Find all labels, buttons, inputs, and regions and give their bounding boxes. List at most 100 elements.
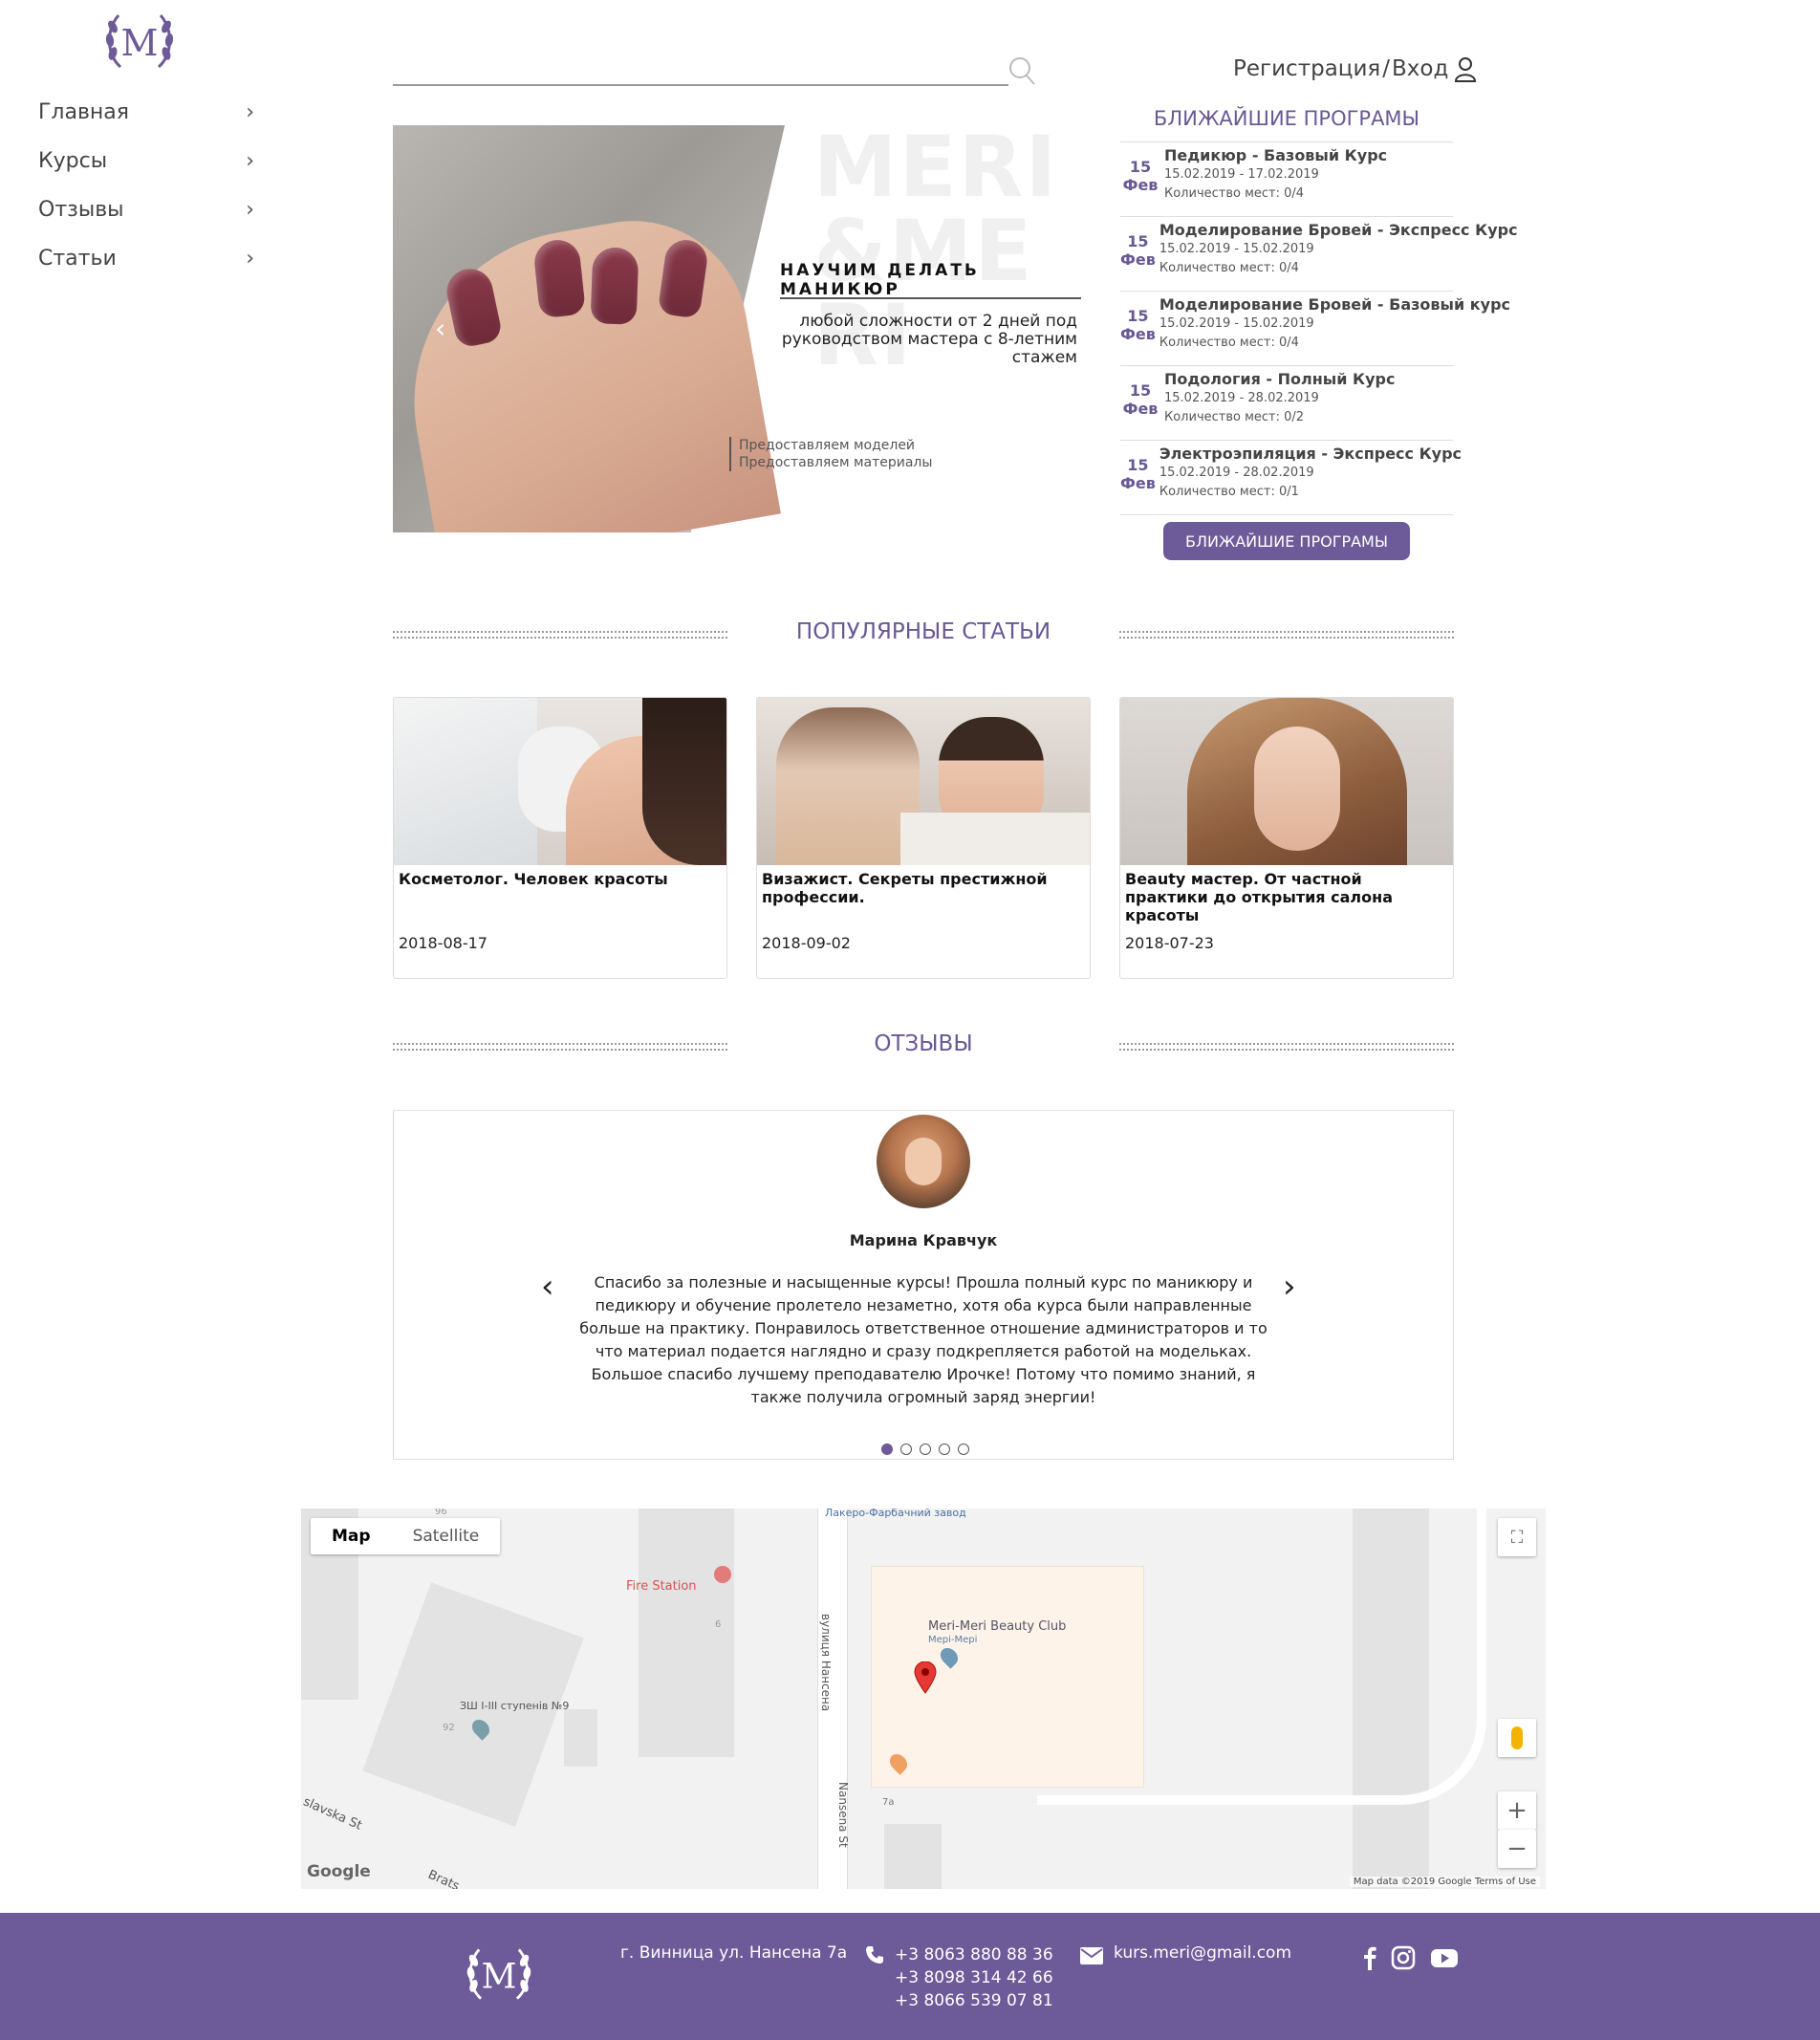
pegman-icon[interactable] [1498, 1719, 1536, 1757]
program-day: 15 [1129, 158, 1152, 176]
google-logo: Google [307, 1862, 371, 1881]
article-title[interactable]: Визажист. Секреты престижной профессии. [757, 865, 1090, 932]
fire-station-icon[interactable] [714, 1566, 731, 1583]
program-name[interactable]: Педикюр - Базовый Курс [1164, 146, 1387, 165]
tab-satellite[interactable]: Satellite [392, 1518, 501, 1554]
review-carousel: Марина Кравчук ‹ Спасибо за полезные и н… [393, 1110, 1454, 1460]
facebook-icon[interactable] [1357, 1945, 1382, 1970]
logo-icon[interactable]: M [103, 8, 176, 76]
program-item[interactable]: 15 Фев Моделирование Бровей - Экспресс Ку… [1120, 217, 1518, 292]
map-building [564, 1709, 597, 1767]
article-title[interactable]: Косметолог. Человек красоты [394, 865, 726, 932]
program-date: 15 Фев [1120, 445, 1156, 514]
footer: M г. Винница ул. Нансена 7а +3 8063 880 … [0, 1913, 1820, 2040]
program-dates: 15.02.2019 - 28.02.2019 [1164, 391, 1319, 405]
search-input[interactable] [393, 48, 1008, 86]
carousel-dot[interactable] [958, 1443, 969, 1455]
youtube-icon[interactable] [1430, 1945, 1459, 1970]
program-month: Фев [1122, 176, 1159, 194]
sidebar-item-label: Статьи [38, 247, 117, 271]
map-label: Meri-Meri Beauty Club [928, 1619, 1067, 1634]
program-day: 15 [1127, 232, 1149, 250]
program-name[interactable]: Моделирование Бровей - Базовый курс [1159, 295, 1510, 315]
article-card[interactable]: Косметолог. Человек красоты 2018-08-17 [393, 697, 727, 979]
banner-prev-button[interactable]: ‹ [435, 313, 445, 344]
sidebar-item-label: Главная [38, 100, 130, 124]
tab-map[interactable]: Map [311, 1518, 392, 1554]
map[interactable]: Лакеро-Фарбачний завод 96 Fire Station 6… [301, 1508, 1546, 1889]
svg-text:M: M [482, 1957, 517, 1996]
sidebar-item-home[interactable]: Главная › [38, 88, 254, 137]
map-label: Лакеро-Фарбачний завод [825, 1508, 966, 1519]
article-image [757, 698, 1090, 865]
map-label: Fire Station [626, 1579, 697, 1594]
program-month: Фев [1120, 250, 1156, 269]
article-card[interactable]: Визажист. Секреты престижной профессии. … [756, 697, 1091, 979]
map-pin-icon[interactable] [913, 1661, 938, 1694]
sidebar-item-label: Курсы [38, 149, 108, 173]
program-item[interactable]: 15 Фев Педикюр - Базовый Курс 15.02.2019 -… [1120, 142, 1453, 217]
program-name[interactable]: Моделирование Бровей - Экспресс Курс [1159, 221, 1518, 240]
program-item[interactable]: 15 Фев Моделирование Бровей - Базовый кур… [1120, 292, 1510, 366]
footer-email[interactable]: kurs.meri@gmail.com [1114, 1943, 1291, 1963]
chevron-right-icon: › [246, 149, 254, 173]
program-name[interactable]: Электроэпиляция - Экспресс Курс [1159, 445, 1462, 464]
programs-button[interactable]: БЛИЖАЙШИЕ ПРОГРАМЫ [1163, 522, 1410, 560]
phone-number[interactable]: +3 8063 880 88 36 [895, 1943, 1053, 1966]
map-label: 6 [715, 1619, 722, 1630]
map-credit[interactable]: Map data ©2019 Google Terms of Use [1349, 1877, 1540, 1887]
program-seats: Количество мест: 0/1 [1159, 485, 1299, 499]
carousel-dot[interactable] [881, 1443, 893, 1455]
banner-divider [780, 297, 1081, 299]
carousel-dot[interactable] [920, 1443, 931, 1455]
program-day: 15 [1127, 307, 1149, 325]
search-icon[interactable] [1008, 55, 1036, 86]
program-month: Фев [1120, 474, 1156, 492]
sidebar-item-courses[interactable]: Курсы › [38, 137, 254, 185]
review-next-button[interactable]: › [1283, 1268, 1296, 1306]
map-building [884, 1824, 942, 1889]
reviewer-name: Марина Кравчук [849, 1231, 998, 1249]
auth-links: Регистрация / Вход [1233, 55, 1477, 82]
chevron-right-icon: › [246, 198, 254, 222]
sidebar-item-reviews[interactable]: Отзывы › [38, 185, 254, 234]
map-label: slavska St [301, 1794, 364, 1834]
carousel-dot[interactable] [900, 1443, 912, 1455]
login-link[interactable]: Вход [1392, 56, 1448, 81]
program-day: 15 [1129, 381, 1152, 400]
article-image [1120, 698, 1453, 865]
chevron-right-icon: › [246, 247, 254, 271]
article-date: 2018-09-02 [762, 934, 851, 952]
user-icon[interactable] [1454, 55, 1477, 82]
program-seats: Количество мест: 0/4 [1159, 336, 1299, 350]
chevron-right-icon: › [246, 100, 254, 124]
carousel-dot[interactable] [939, 1443, 950, 1455]
register-link[interactable]: Регистрация [1233, 56, 1380, 81]
program-item[interactable]: 15 Фев Подология - Полный Курс 15.02.2019 … [1120, 366, 1453, 441]
map-building [639, 1508, 734, 1757]
phone-number[interactable]: +3 8098 314 42 66 [895, 1966, 1053, 1989]
program-dates: 15.02.2019 - 15.02.2019 [1159, 316, 1314, 331]
reviews-heading: ОТЗЫВЫ [393, 1031, 1454, 1060]
sidebar-item-label: Отзывы [38, 198, 124, 222]
program-seats: Количество мест: 0/4 [1164, 186, 1305, 201]
programs-title: БЛИЖАЙШИЕ ПРОГРАМЫ [1153, 107, 1420, 130]
program-name[interactable]: Подология - Полный Курс [1164, 370, 1395, 389]
program-item[interactable]: 15 Фев Электроэпиляция - Экспресс Курс 15.… [1120, 441, 1462, 515]
sidebar-item-articles[interactable]: Статьи › [38, 234, 254, 283]
instagram-icon[interactable] [1391, 1945, 1416, 1970]
phone-number[interactable]: +3 8066 539 07 81 [895, 1989, 1053, 2012]
program-date: 15 Фев [1120, 221, 1156, 291]
auth-separator: / [1382, 56, 1390, 81]
review-prev-button[interactable]: ‹ [541, 1268, 554, 1306]
hero-banner[interactable]: MERI&MERI НАУЧИМ ДЕЛАТЬ МАНИКЮР любой сл… [393, 125, 1091, 532]
article-title[interactable]: Beauty мастер. От частной практики до от… [1120, 865, 1453, 932]
logo-icon[interactable]: M [465, 1942, 533, 2008]
article-card[interactable]: Beauty мастер. От частной практики до от… [1119, 697, 1454, 979]
zoom-in-button[interactable]: + [1498, 1791, 1536, 1830]
fullscreen-icon[interactable]: ⛶ [1498, 1518, 1536, 1556]
zoom-out-button[interactable]: − [1498, 1830, 1536, 1868]
svg-text:M: M [121, 22, 159, 64]
mail-icon [1080, 1947, 1103, 1964]
banner-nail-image [590, 247, 639, 325]
